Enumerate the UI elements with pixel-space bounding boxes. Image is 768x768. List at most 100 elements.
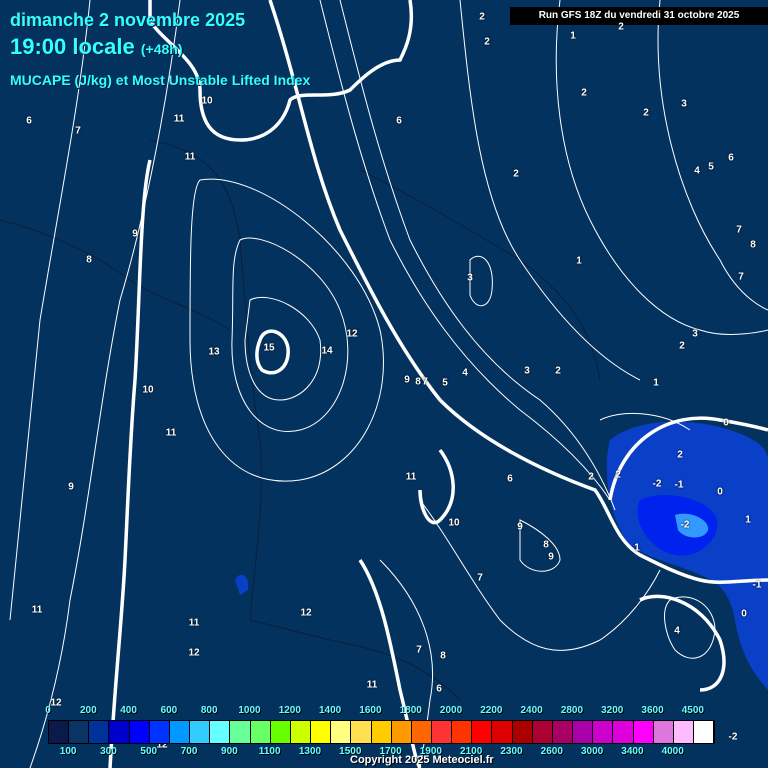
- contour-label: 10: [201, 95, 213, 107]
- colorbar-swatch: [270, 721, 291, 743]
- contour-label: 15: [263, 342, 275, 354]
- colorbar-swatch: [512, 721, 533, 743]
- colorbar-label: 2300: [500, 746, 523, 757]
- copyright: Copyright 2025 Meteociel.fr: [350, 754, 494, 766]
- colorbar-swatch: [190, 721, 211, 743]
- contour-label: -1: [752, 579, 762, 591]
- contour-label: 11: [173, 113, 185, 125]
- colorbar-swatch: [573, 721, 594, 743]
- contour-label: 8: [440, 650, 446, 662]
- colorbar-label: 200: [79, 705, 97, 716]
- colorbar-label: 4000: [661, 746, 684, 757]
- colorbar-swatch: [69, 721, 90, 743]
- colorbar-label: 500: [140, 746, 158, 757]
- contour-label: 7: [477, 572, 483, 584]
- zero-li-contours: [108, 0, 768, 768]
- contour-label: 12: [50, 697, 62, 709]
- colorbar-label: 1200: [278, 705, 301, 716]
- contour-label: 2: [479, 11, 485, 23]
- contour-label: 1: [653, 377, 659, 389]
- colorbar-label: 300: [100, 746, 117, 757]
- contour-label: 8: [750, 239, 756, 251]
- contour-label: 11: [366, 679, 378, 691]
- colorbar-label: 2200: [480, 705, 503, 716]
- contour-label: 5: [442, 377, 448, 389]
- contour-label: 2: [618, 21, 624, 33]
- contour-label: 3: [524, 365, 530, 377]
- colorbar-label: 1600: [359, 705, 382, 716]
- colorbar-swatch: [452, 721, 473, 743]
- colorbar-swatch: [613, 721, 634, 743]
- colorbar-swatch: [351, 721, 372, 743]
- colorbar-label: 3600: [641, 705, 664, 716]
- colorbar-swatch: [250, 721, 271, 743]
- contour-label: 7: [75, 125, 81, 137]
- contour-label: 1: [745, 514, 751, 526]
- colorbar-label: 1000: [238, 705, 261, 716]
- contour-label: 7: [416, 644, 422, 656]
- contour-label: 0: [741, 608, 747, 620]
- colorbar-swatch: [431, 721, 453, 743]
- forecast-time: 19:00 locale (+48h): [10, 34, 183, 60]
- colorbar-label: 3000: [580, 746, 604, 757]
- colorbar-label: 100: [59, 746, 77, 757]
- contour-label: 0: [717, 486, 723, 498]
- colorbar-swatch: [230, 721, 251, 743]
- contour-label: 11: [165, 427, 177, 439]
- contour-label: 8: [86, 254, 92, 266]
- contour-label: 1: [576, 255, 582, 267]
- colorbar-label: 700: [180, 746, 198, 757]
- contour-label: 5: [708, 161, 714, 173]
- cape-area: [235, 421, 768, 690]
- local-time: 19:00 locale: [10, 34, 135, 59]
- colorbar-swatch: [472, 721, 493, 743]
- contour-label: 9: [68, 481, 74, 493]
- contour-label: 2: [615, 469, 621, 481]
- contour-label: 6: [436, 683, 442, 695]
- contour-label: 7: [738, 271, 744, 283]
- contour-label: 13: [208, 346, 220, 358]
- contour-label: 4: [694, 165, 700, 177]
- contour-label: -1: [674, 479, 684, 491]
- colorbar-label: 400: [120, 705, 137, 716]
- contour-label: 9: [404, 374, 410, 386]
- contour-label: 2: [484, 36, 490, 48]
- contour-label: 7: [422, 376, 428, 388]
- colorbar-label: 2000: [439, 705, 463, 716]
- contour-label: 2: [555, 365, 561, 377]
- colorbar-swatch: [311, 721, 332, 743]
- colorbar-swatch: [89, 721, 110, 743]
- colorbar-label: 3400: [621, 746, 644, 757]
- colorbar-swatch: [673, 721, 694, 743]
- colorbar-swatch: [290, 721, 312, 743]
- contour-label: 12: [346, 328, 358, 340]
- colorbar-swatch: [633, 721, 654, 743]
- forecast-date: dimanche 2 novembre 2025: [10, 10, 246, 30]
- contour-label: 3: [681, 98, 687, 110]
- contour-label: 10: [142, 384, 154, 396]
- colorbar-swatch: [169, 721, 191, 743]
- colorbar-label: 1100: [258, 746, 281, 757]
- colorbar-swatch: [210, 721, 231, 743]
- contour-label: 8: [543, 539, 549, 551]
- colorbar-label: 0: [45, 705, 51, 716]
- contour-label: 2: [588, 471, 594, 483]
- colorbar-swatch: [331, 721, 352, 743]
- colorbar-swatch: [109, 721, 130, 743]
- contour-label: 7: [736, 224, 742, 236]
- contour-label: 6: [507, 473, 513, 485]
- contour-label: 6: [396, 115, 402, 127]
- lead-time: (+48h): [140, 41, 183, 57]
- colorbar-label: 2600: [540, 746, 563, 757]
- contour-label: 12: [188, 647, 200, 659]
- contour-label: 2: [679, 340, 685, 352]
- colorbar-swatch: [129, 721, 150, 743]
- colorbar-swatch: [49, 721, 70, 743]
- contour-label: 4: [462, 367, 468, 379]
- contour-label: 8: [415, 376, 421, 388]
- contour-label: -2: [680, 519, 690, 531]
- colorbar-label: 600: [160, 705, 178, 716]
- colorbar-swatch: [653, 721, 674, 743]
- contour-label: 6: [26, 115, 32, 127]
- contour-label: 10: [448, 517, 460, 529]
